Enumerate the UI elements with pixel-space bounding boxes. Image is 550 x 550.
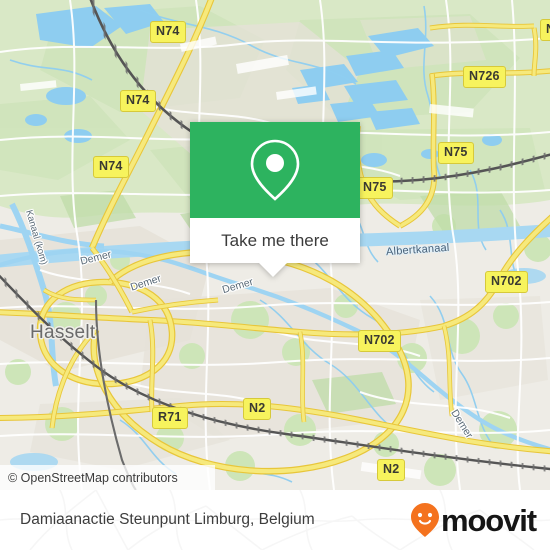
attribution-text: © OpenStreetMap contributors xyxy=(8,470,178,485)
road-shield-n702-east[interactable]: N702 xyxy=(485,271,528,293)
road-shield-edge-right[interactable]: N xyxy=(540,19,550,41)
take-me-there-button[interactable]: Take me there xyxy=(190,218,360,263)
road-shield-n74-low[interactable]: N74 xyxy=(93,156,129,178)
road-shield-n75-upper[interactable]: N75 xyxy=(438,142,474,164)
moovit-wordmark: moovit xyxy=(440,502,537,538)
road-shield-n702-center[interactable]: N702 xyxy=(358,330,401,352)
road-shield-n74-top[interactable]: N74 xyxy=(150,21,186,43)
location-title: Damiaanactie Steunpunt Limburg, Belgium xyxy=(20,511,315,528)
road-shield-n726[interactable]: N726 xyxy=(463,66,506,88)
moovit-brand[interactable]: moovit xyxy=(410,502,537,538)
footer-bar: Damiaanactie Steunpunt Limburg, Belgium … xyxy=(0,490,550,550)
take-me-there-label: Take me there xyxy=(221,230,329,250)
moovit-map-page: Hasselt Albertkanaal Demer Demer Demer D… xyxy=(0,0,550,550)
map-canvas[interactable]: Hasselt Albertkanaal Demer Demer Demer D… xyxy=(0,0,550,490)
map-attribution: © OpenStreetMap contributors xyxy=(0,465,215,490)
road-shield-r71[interactable]: R71 xyxy=(152,407,188,429)
road-shield-n2-east[interactable]: N2 xyxy=(377,459,406,481)
destination-popup[interactable]: Take me there xyxy=(190,122,360,277)
moovit-pin-smiley-icon xyxy=(410,503,439,537)
road-shield-n2-west[interactable]: N2 xyxy=(243,398,272,420)
map-pin-icon xyxy=(250,139,300,201)
road-shield-n74-mid[interactable]: N74 xyxy=(120,90,156,112)
popup-pointer-tail xyxy=(259,263,287,277)
road-shield-n75-lower[interactable]: N75 xyxy=(357,177,393,199)
popup-pin-area xyxy=(190,122,360,218)
